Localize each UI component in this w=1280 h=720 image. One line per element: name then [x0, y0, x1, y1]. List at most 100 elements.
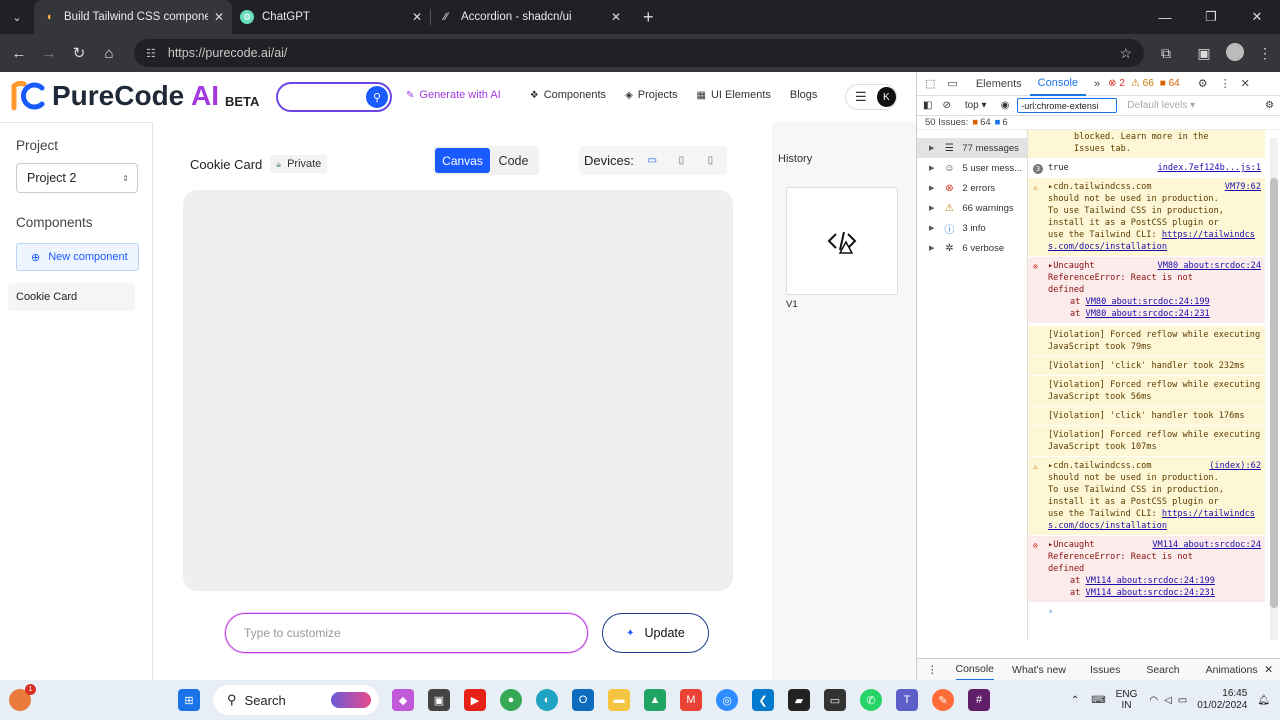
folder-icon[interactable]: ▬ — [608, 689, 630, 711]
inspect-icon[interactable]: ⬚ — [917, 77, 943, 90]
tab-search-icon[interactable]: ⌄ — [6, 6, 28, 28]
battery-icon[interactable]: ▭ — [1178, 695, 1187, 706]
sticky-notes-icon[interactable]: ▰ — [788, 689, 810, 711]
device-toolbar-icon[interactable]: ▭ — [943, 77, 961, 90]
components-link[interactable]: ❖ Components — [530, 89, 606, 101]
tab-shadcn[interactable]: ⁄⁄ Accordion - shadcn/ui ✕ — [431, 0, 629, 34]
profile-avatar[interactable] — [1220, 42, 1250, 64]
vscode-icon[interactable]: ❮ — [752, 689, 774, 711]
new-tab-icon[interactable]: + — [643, 7, 654, 28]
mobile-icon[interactable]: ▯ — [696, 155, 725, 166]
slack-icon[interactable]: # — [968, 689, 990, 711]
drawer-menu-icon[interactable]: ⋮ — [927, 664, 938, 676]
clear-console-icon[interactable]: ⊘ — [942, 100, 950, 111]
close-icon[interactable]: ✕ — [214, 10, 224, 24]
close-icon[interactable]: ✕ — [412, 10, 422, 24]
desktop-icon[interactable]: ▭ — [638, 155, 667, 166]
message-head[interactable]: ▸Uncaught — [1048, 539, 1095, 551]
stack-link[interactable]: VM114 about:srcdoc:24:231 — [1086, 588, 1215, 598]
terminal-icon[interactable]: ▭ — [824, 689, 846, 711]
source-link[interactable]: VM80 about:srcdoc:24 — [1158, 260, 1261, 272]
close-drawer-icon[interactable]: ✕ — [1264, 664, 1273, 676]
context-select[interactable]: top ▾ — [965, 100, 987, 111]
tablet-icon[interactable]: ▯ — [667, 155, 696, 166]
settings-gear-icon[interactable]: ⚙ — [1190, 77, 1216, 90]
drawer-tab-issues[interactable]: Issues — [1090, 664, 1120, 676]
reload-icon[interactable]: ↻ — [64, 44, 94, 62]
source-link[interactable]: VM79:62 — [1225, 181, 1261, 193]
stack-link[interactable]: VM114 about:srcdoc:24:199 — [1086, 576, 1215, 586]
drawer-tab-search[interactable]: Search — [1146, 664, 1179, 676]
teams-icon[interactable]: T — [896, 689, 918, 711]
sidebar-toggle-icon[interactable]: ◧ — [923, 100, 932, 111]
bookmark-star-icon[interactable]: ☆ — [1119, 45, 1132, 62]
maximize-icon[interactable]: ❐ — [1188, 0, 1234, 34]
sidebar-verbose[interactable]: ▶ ✲ 6 verbose — [917, 238, 1027, 258]
filter-input[interactable]: -url:chrome-extensi — [1017, 98, 1118, 113]
privacy-badge[interactable]: 🔒︎ Private — [270, 155, 328, 173]
tab-elements[interactable]: Elements — [968, 78, 1030, 90]
copilot-icon[interactable]: ◆ — [392, 689, 414, 711]
project-select[interactable]: Project 2 ⇕ — [16, 163, 138, 193]
scrollbar-thumb[interactable] — [1270, 178, 1278, 608]
home-icon[interactable]: ⌂ — [94, 45, 124, 62]
taskbar-app-icon[interactable]: 1 — [9, 684, 36, 711]
preview-canvas[interactable] — [183, 190, 733, 591]
stack-link[interactable]: VM80 about:srcdoc:24:231 — [1086, 309, 1210, 319]
search-input[interactable]: ⚲ — [276, 82, 392, 112]
tab-chatgpt[interactable]: ⚙ ChatGPT ✕ — [232, 0, 430, 34]
search-icon[interactable]: ⚲ — [366, 86, 388, 108]
gmail-icon[interactable]: M — [680, 689, 702, 711]
sidebar-warnings[interactable]: ▶ ⚠ 66 warnings — [917, 198, 1027, 218]
whatsapp-icon[interactable]: ✆ — [860, 689, 882, 711]
keyboard-icon[interactable]: ⌨ — [1091, 695, 1105, 706]
postman-icon[interactable]: ✎ — [932, 689, 954, 711]
eye-icon[interactable]: ◉ — [1001, 100, 1010, 111]
drive-icon[interactable]: ▲ — [644, 689, 666, 711]
taskbar-search[interactable]: ⚲ Search — [213, 685, 379, 715]
volume-icon[interactable]: ◁ — [1164, 695, 1172, 706]
sidebar-user-messages[interactable]: ▶ ☺ 5 user mess... — [917, 158, 1027, 178]
url-field[interactable]: ☷ https://purecode.ai/ai/ ☆ — [134, 39, 1144, 67]
console-scrollbar[interactable] — [1270, 138, 1278, 640]
chrome-icon[interactable]: ● — [500, 689, 522, 711]
site-info-icon[interactable]: ☷ — [146, 47, 156, 60]
warning-count-icon[interactable]: ⚠ 66 — [1131, 78, 1154, 89]
error-count-icon[interactable]: ⊗ 2 — [1108, 78, 1125, 89]
drawer-tab-whats-new[interactable]: What's new — [1012, 664, 1066, 676]
update-button[interactable]: ✦ Update — [602, 613, 709, 653]
sidebar-info[interactable]: ▶ ⓘ 3 info — [917, 218, 1027, 238]
zoom-icon[interactable]: ◎ — [716, 689, 738, 711]
close-icon[interactable]: ✕ — [611, 10, 621, 24]
message-head[interactable]: ▸cdn.tailwindcss.com — [1048, 181, 1152, 193]
console-prompt[interactable]: › — [1028, 603, 1265, 622]
customize-input[interactable]: Type to customize — [225, 613, 588, 653]
user-menu-button[interactable]: ☰ K — [845, 84, 897, 110]
new-component-button[interactable]: ⊕ New component — [16, 243, 139, 271]
drawer-tab-animations[interactable]: Animations — [1206, 664, 1258, 676]
tab-console[interactable]: Console — [1029, 72, 1087, 96]
purecode-logo[interactable]: PureCode AI BETA — [10, 80, 259, 112]
sidebar-messages[interactable]: ▶ ☰ 77 messages — [917, 138, 1027, 158]
sidebar-errors[interactable]: ▶ ⊗ 2 errors — [917, 178, 1027, 198]
file-manager-icon[interactable]: ▣ — [428, 689, 450, 711]
tab-purecode[interactable]: ◖ Build Tailwind CSS components ✕ — [34, 0, 232, 34]
generate-with-ai-link[interactable]: ✎ Generate with AI — [406, 89, 501, 101]
extensions-icon[interactable]: ⧉ — [1144, 45, 1188, 62]
wifi-icon[interactable]: ◠ — [1149, 695, 1158, 706]
levels-select[interactable]: Default levels ▾ — [1127, 100, 1195, 111]
ui-elements-link[interactable]: ▦ UI Elements — [697, 89, 771, 101]
stack-link[interactable]: VM80 about:srcdoc:24:199 — [1086, 297, 1210, 307]
close-window-icon[interactable]: ✕ — [1234, 0, 1280, 34]
tray-expand-icon[interactable]: ⌃ — [1071, 695, 1079, 706]
youtube-icon[interactable]: ▶ — [464, 689, 486, 711]
message-head[interactable]: ▸cdn.tailwindcss.com — [1048, 460, 1152, 472]
projects-link[interactable]: ◈ Projects — [625, 89, 677, 101]
console-settings-icon[interactable]: ⚙ — [1265, 100, 1274, 111]
close-devtools-icon[interactable]: ✕ — [1235, 77, 1256, 90]
outlook-icon[interactable]: O — [572, 689, 594, 711]
side-panel-icon[interactable]: ▣ — [1188, 45, 1220, 62]
blogs-link[interactable]: Blogs — [790, 89, 818, 101]
code-tab[interactable]: Code — [490, 154, 537, 168]
chrome-menu-icon[interactable]: ⋮ — [1250, 45, 1280, 62]
